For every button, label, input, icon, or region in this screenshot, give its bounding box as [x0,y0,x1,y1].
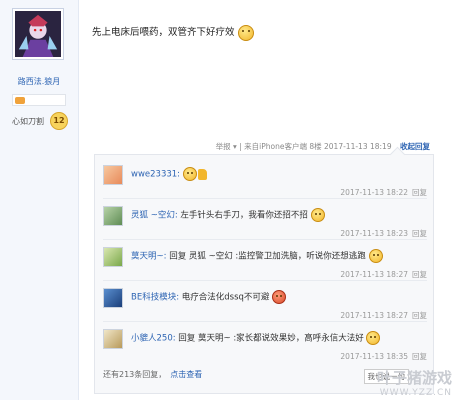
device-text: 来自iPhone客户端 [244,142,307,151]
angry-emoji-icon [272,290,287,304]
watermark-url: WWW.YZZ.CN [379,388,452,398]
more-replies: 还有213条回复， 点击查看 [103,369,202,380]
post-time: 2017-11-13 18:19 [324,142,392,151]
comment-time: 2017-11-13 18:35 [340,352,408,361]
smile-emoji-icon [366,331,381,345]
watermark-brand: 叶子猪游戏 [376,369,452,387]
comment-text: 左手针头右手刀，我看你还招不招 [180,210,308,221]
level-badge: 12 [50,112,68,130]
author-badge-row [12,94,66,106]
comment-time: 2017-11-13 18:27 [340,270,408,279]
comment-text: 回复 灵狐 ~空幻 :监控警卫加洗脑，听说你还想逃跑 [169,251,366,262]
commenter-avatar[interactable] [103,206,123,226]
level-name: 心如刀割 [12,117,44,126]
comment-item: 灵狐 ~空幻: 左手针头右手刀，我看你还招不招 2017-11-13 18:23… [103,200,427,238]
comment-text: 电疗合法化dssq不可避 [181,292,270,303]
post-content: 先上电床后喂药，双管齐下好疗效 [92,24,254,41]
smile-emoji-icon [237,24,254,41]
comment-divider [103,198,427,199]
comment-time: 2017-11-13 18:27 [340,311,408,320]
comment-text: 回复 莫天明~ :家长都说效果妙，高呼永信大法好 [178,333,364,344]
comment-box: wwe23331: 2017-11-13 18:22 回复 灵狐 ~空幻: 左手针… [94,146,434,394]
comment-reply-link[interactable]: 回复 [412,311,427,320]
comment-item: 莫天明~: 回复 灵狐 ~空幻 :监控警卫加洗脑，听说你还想逃跑 2017-11… [103,241,427,279]
watermark: 叶子猪游戏 WWW.YZZ.CN [377,367,452,398]
floor-text: 8楼 [309,142,322,151]
commenter-name[interactable]: wwe23331: [131,170,180,180]
commenter-name[interactable]: 灵狐 ~空幻: [131,211,178,221]
collapse-replies-link[interactable]: 收起回复 [400,142,430,151]
comment-divider [103,321,427,322]
author-sidebar: 路西法.狼月 心如刀割 12 [0,0,79,400]
comment-divider [103,280,427,281]
comment-reply-link[interactable]: 回复 [412,229,427,238]
smile-emoji-icon [310,208,325,222]
commenter-name[interactable]: BE科技模块: [131,293,179,303]
report-dropdown-icon[interactable]: ▾ | [231,142,244,151]
post-text: 先上电床后喂药，双管齐下好疗效 [92,27,235,38]
view-more-link[interactable]: 点击查看 [170,370,202,379]
comment-reply-link[interactable]: 回复 [412,352,427,361]
smile-emoji-icon [182,167,197,181]
commenter-avatar[interactable] [103,329,123,349]
comment-reply-link[interactable]: 回复 [412,270,427,279]
report-link[interactable]: 举报 [216,142,231,151]
comment-item: BE科技模块: 电疗合法化dssq不可避 2017-11-13 18:27 回复 [103,282,427,320]
comment-time: 2017-11-13 18:22 [340,188,408,197]
thumbs-up-icon [197,168,207,180]
commenter-name[interactable]: 小貔人250: [131,334,176,344]
avatar-image [15,11,61,57]
author-name[interactable]: 路西法.狼月 [0,76,78,87]
author-avatar[interactable] [12,8,64,60]
comment-time: 2017-11-13 18:23 [340,229,408,238]
comment-item: 小貔人250: 回复 莫天明~ :家长都说效果妙，高呼永信大法好 2017-11… [103,323,427,361]
badge-icon [15,97,25,104]
commenter-name[interactable]: 莫天明~: [131,252,167,262]
smile-emoji-icon [368,249,383,263]
commenter-avatar[interactable] [103,165,123,185]
commenter-avatar[interactable] [103,247,123,267]
more-count-text: 还有213条回复， [103,370,167,379]
commenter-avatar[interactable] [103,288,123,308]
comment-item: wwe23331: 2017-11-13 18:22 回复 [103,159,427,197]
comment-reply-link[interactable]: 回复 [412,188,427,197]
comment-divider [103,239,427,240]
